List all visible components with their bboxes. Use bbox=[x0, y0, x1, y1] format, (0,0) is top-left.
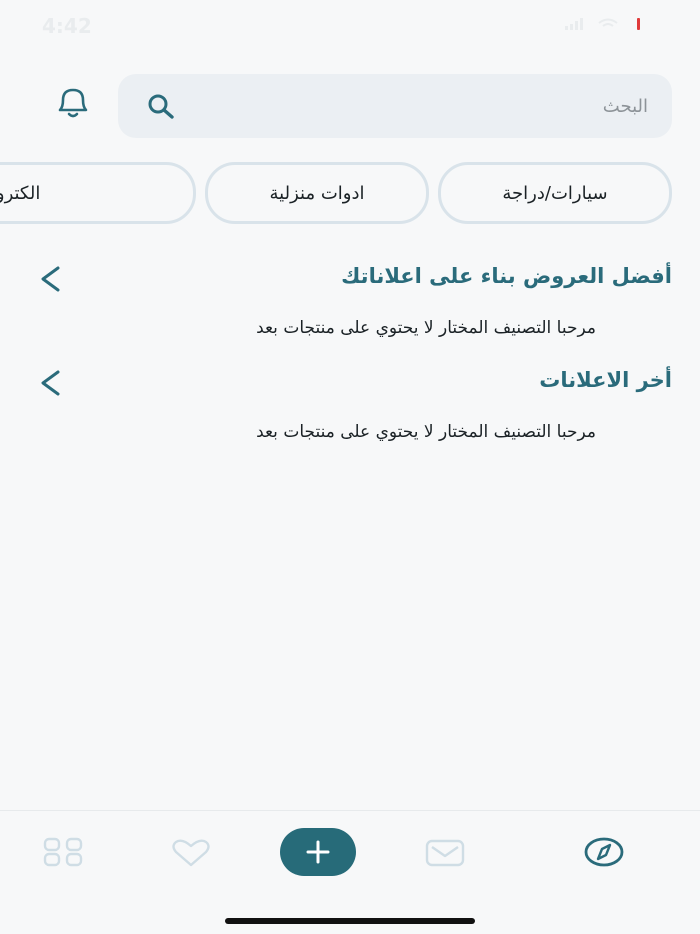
plus-icon bbox=[306, 840, 330, 864]
add-listing-button[interactable] bbox=[280, 828, 356, 876]
section-header-latest-ads: أخر الاعلانات bbox=[0, 364, 700, 404]
bottom-nav-divider bbox=[0, 810, 700, 811]
section-header-best-offers: أفضل العروض بناء على اعلاناتك bbox=[0, 260, 700, 300]
category-chip-label: الكترونيات bbox=[0, 182, 41, 204]
search-input[interactable] bbox=[188, 74, 648, 138]
section-title: أفضل العروض بناء على اعلاناتك bbox=[341, 264, 672, 288]
chevron-left-icon[interactable] bbox=[38, 368, 64, 398]
category-chips: سيارات/دراجة ادوات منزلية الكترونيات bbox=[0, 162, 700, 226]
bell-icon[interactable] bbox=[52, 84, 94, 124]
battery-icon bbox=[637, 18, 640, 30]
search-bar[interactable] bbox=[118, 74, 672, 138]
empty-state-message: مرحبا التصنيف المختار لا يحتوي على منتجا… bbox=[256, 318, 596, 338]
compass-icon[interactable] bbox=[582, 834, 626, 870]
category-chip-label: ادوات منزلية bbox=[269, 182, 365, 204]
heart-icon[interactable] bbox=[170, 838, 212, 868]
category-chip-home-tools[interactable]: ادوات منزلية bbox=[205, 162, 429, 224]
category-chip-label: سيارات/دراجة bbox=[502, 182, 608, 204]
search-icon[interactable] bbox=[146, 92, 178, 122]
signal-icon bbox=[565, 18, 583, 30]
status-time: 4:42 bbox=[42, 14, 92, 38]
empty-state-message: مرحبا التصنيف المختار لا يحتوي على منتجا… bbox=[256, 422, 596, 442]
mail-icon[interactable] bbox=[424, 838, 466, 868]
category-chip-electronics[interactable]: الكترونيات bbox=[0, 162, 196, 224]
status-bar: 4:42 bbox=[0, 0, 700, 50]
grid-icon[interactable] bbox=[42, 836, 86, 868]
chevron-left-icon[interactable] bbox=[38, 264, 64, 294]
wifi-icon bbox=[598, 18, 618, 27]
section-title: أخر الاعلانات bbox=[539, 368, 672, 392]
status-icons bbox=[565, 18, 640, 30]
home-indicator bbox=[225, 918, 475, 924]
category-chip-cars-bikes[interactable]: سيارات/دراجة bbox=[438, 162, 672, 224]
